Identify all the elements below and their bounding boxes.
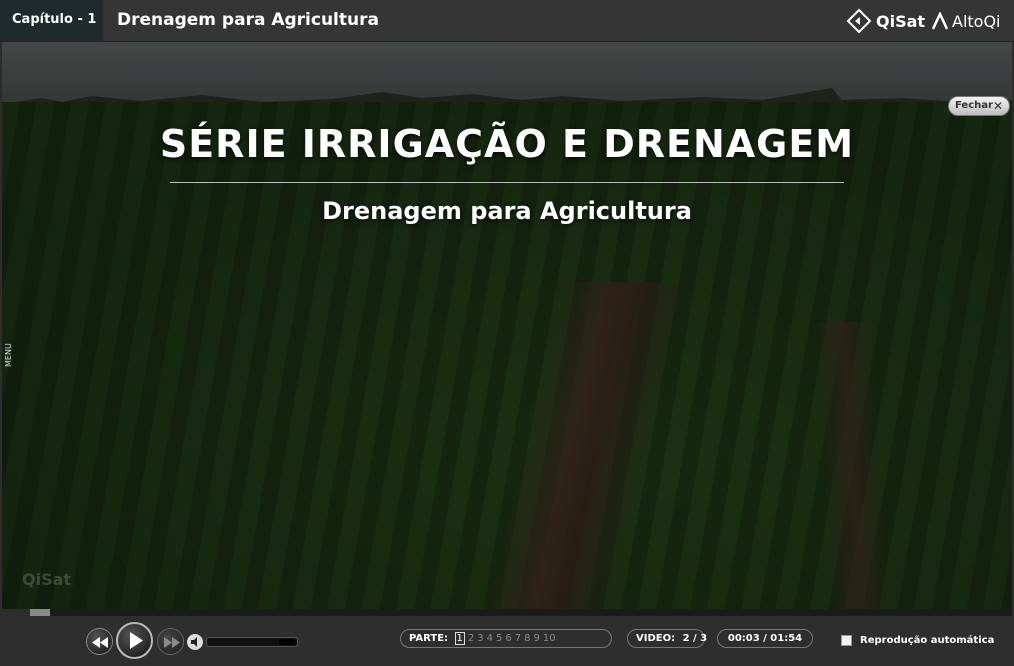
close-icon: ✕ (992, 99, 1003, 113)
parts-list: 1 2 3 4 5 6 7 8 9 10 (454, 630, 559, 647)
altoqi-logo-text: AltoQi (952, 11, 1001, 31)
autoplay-checkbox[interactable] (841, 634, 852, 646)
watermark-logo: QiSat (22, 570, 72, 589)
part-link-3[interactable]: 3 (477, 630, 483, 647)
parts-selector: PARTE: 1 2 3 4 5 6 7 8 9 10 (400, 629, 612, 648)
parts-label: PARTE: (409, 633, 449, 644)
chapter-label: Capítulo - 1 (0, 0, 103, 42)
altoqi-logo-icon (932, 12, 948, 30)
video-frame[interactable]: SÉRIE IRRIGAÇÃO E DRENAGEM Drenagem para… (2, 42, 1012, 609)
header-title: Drenagem para Agricultura (117, 10, 379, 30)
title-divider (170, 182, 844, 183)
part-link-10[interactable]: 10 (543, 630, 556, 647)
part-link-1[interactable]: 1 (454, 632, 465, 645)
video-counter-label: VIDEO: (636, 633, 676, 644)
time-display: 00:03 / 01:54 (717, 629, 813, 648)
close-button[interactable]: Fechar ✕ (948, 96, 1010, 116)
part-link-9[interactable]: 9 (534, 630, 540, 647)
part-link-4[interactable]: 4 (487, 630, 493, 647)
autoplay-toggle[interactable]: Reprodução automática (841, 633, 994, 647)
video-title: SÉRIE IRRIGAÇÃO E DRENAGEM (159, 122, 855, 166)
progress-fill (30, 609, 50, 616)
qisat-logo-text: QiSat (876, 11, 926, 31)
fast-forward-button[interactable] (157, 628, 184, 655)
part-link-6[interactable]: 6 (505, 630, 511, 647)
qisat-logo-icon (846, 8, 872, 34)
controls-bar: PARTE: 1 2 3 4 5 6 7 8 9 10 VIDEO: 2 / 3 00:03 / … (0, 616, 1014, 666)
player-app: Capítulo - 1 Drenagem para Agricultura Q… (0, 0, 1014, 666)
video-counter-value: 2 / 3 (682, 633, 708, 644)
rewind-icon (92, 637, 108, 648)
autoplay-label: Reprodução automática (860, 634, 995, 646)
altoqi-logo: AltoQi (932, 8, 1001, 34)
menu-tab[interactable]: MENU (4, 338, 16, 372)
video-subtitle: Drenagem para Agricultura (322, 197, 692, 225)
rewind-button[interactable] (86, 628, 113, 655)
part-link-7[interactable]: 7 (515, 630, 521, 647)
progress-bar[interactable] (30, 609, 1012, 616)
part-link-8[interactable]: 8 (524, 630, 530, 647)
volume-handle[interactable] (279, 639, 295, 645)
header-bar: Capítulo - 1 Drenagem para Agricultura Q… (0, 0, 1014, 42)
close-button-label: Fechar (955, 100, 993, 111)
play-icon (130, 632, 143, 649)
part-link-2[interactable]: 2 (468, 630, 474, 647)
part-link-5[interactable]: 5 (496, 630, 502, 647)
play-button[interactable] (116, 622, 153, 659)
fast-forward-icon (164, 637, 180, 648)
volume-slider[interactable] (206, 637, 298, 647)
speaker-icon (191, 637, 197, 647)
volume-icon[interactable] (187, 634, 203, 650)
qisat-logo: QiSat (846, 8, 925, 34)
video-counter: VIDEO: 2 / 3 (627, 629, 708, 648)
